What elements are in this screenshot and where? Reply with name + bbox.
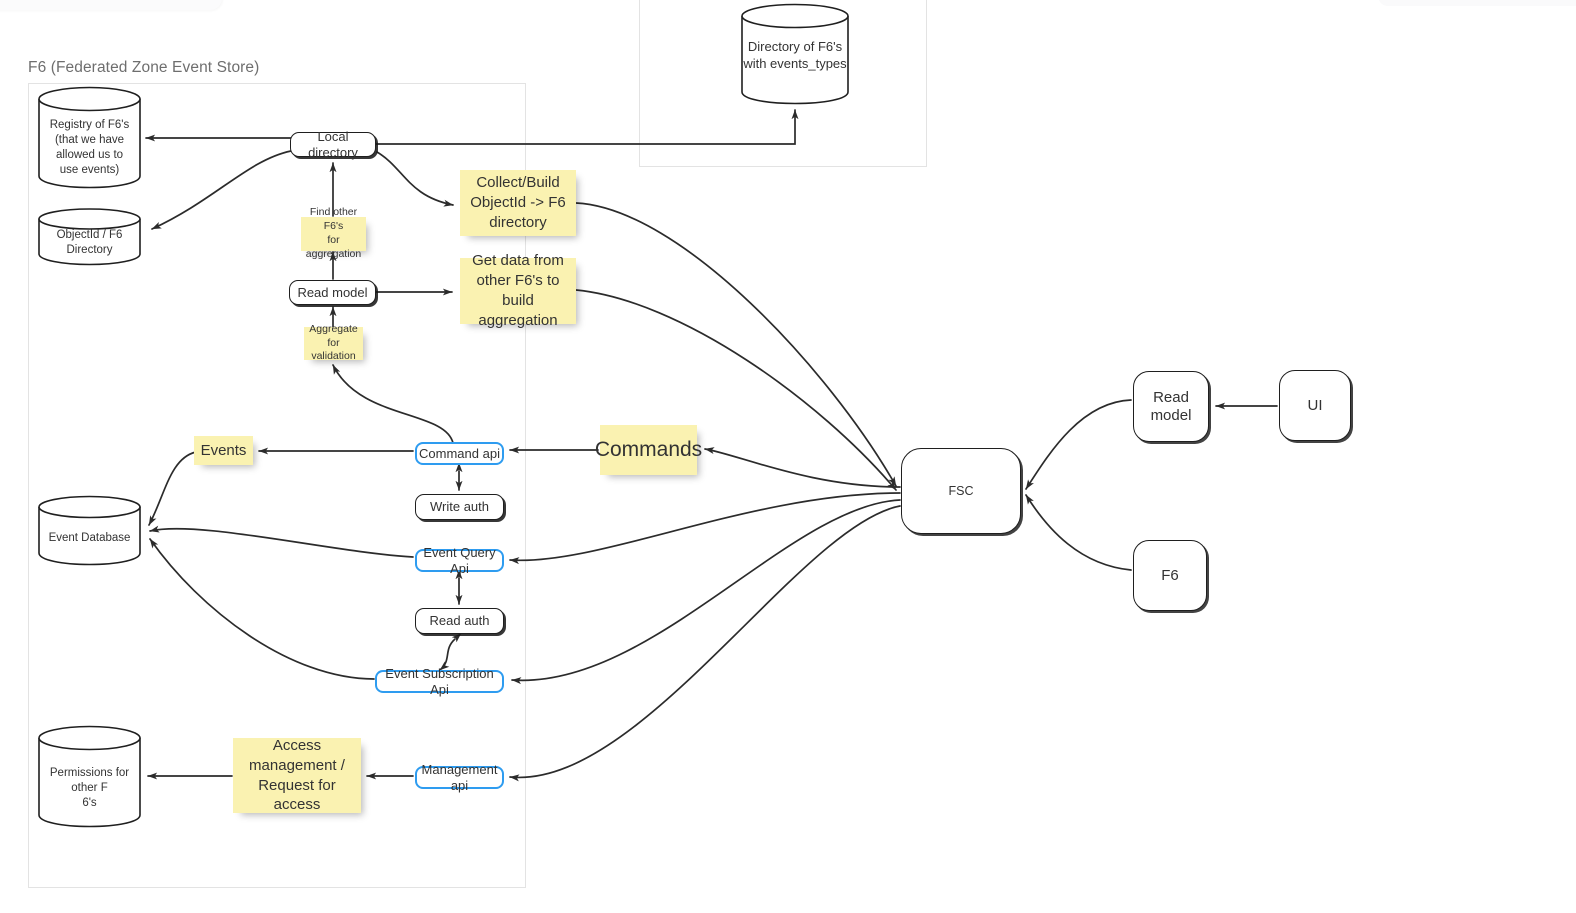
node-label: F6 (1161, 566, 1179, 584)
node-event-query-api[interactable]: Event Query Api (415, 545, 504, 576)
node-write-auth[interactable]: Write auth (415, 494, 504, 520)
node-local-directory[interactable]: Local directory (290, 129, 376, 160)
node-read-auth[interactable]: Read auth (415, 608, 504, 634)
sticky-commands[interactable]: Commands (595, 425, 702, 475)
node-read-model-left[interactable]: Read model (289, 280, 376, 305)
node-label: UI (1307, 396, 1323, 414)
sticky-text: Collect/Build ObjectId -> F6 directory (470, 173, 565, 232)
node-ui[interactable]: UI (1279, 370, 1351, 441)
sticky-collect-build-objectid[interactable]: Collect/Build ObjectId -> F6 directory (460, 170, 576, 236)
label-line: Commands (594, 438, 703, 462)
node-label: Event Subscription Api (385, 666, 494, 697)
node-label: Write auth (429, 499, 489, 515)
node-f6[interactable]: F6 (1133, 540, 1207, 611)
label-line: management / (249, 756, 345, 774)
node-label: Local directory (308, 129, 358, 160)
label-line: Collect/Build (476, 174, 560, 192)
browser-chrome-tab-left (0, 0, 222, 10)
page-title: F6 (Federated Zone Event Store) (28, 59, 260, 76)
node-label: Command api (419, 445, 500, 461)
diagram-canvas: F6 (Federated Zone Event Store) Registry… (0, 0, 1576, 913)
sticky-find-other-f6s[interactable]: Find other F6's for aggregation (301, 206, 366, 260)
sticky-text: Events (201, 441, 247, 461)
node-label: Read model (1151, 389, 1192, 424)
edge-f6-fsc (1025, 494, 1132, 571)
label-line: Access (272, 736, 322, 754)
node-management-api[interactable]: Management api (415, 762, 504, 793)
edge-readmodelright-fsc (1025, 399, 1132, 490)
sticky-aggregate-for-validation[interactable]: Aggregate for validation (304, 323, 363, 362)
node-command-api[interactable]: Command api (415, 442, 504, 465)
node-label: Event Query Api (423, 545, 496, 576)
datastore-directory-of-f6s-with-event-types: Directory of F6's with events_types (741, 3, 849, 105)
label-line: directory (489, 213, 547, 231)
sticky-text: Aggregate for validation (304, 323, 363, 365)
node-fsc[interactable]: FSC (901, 448, 1021, 534)
label-line: Events (200, 441, 247, 459)
edge-fsc-subscriptionapi (511, 499, 901, 685)
datastore-objectid-f6-directory: ObjectId / F6 Directory (38, 208, 141, 266)
datastore-permissions-for-other-f6s: Permissions for other F 6's (38, 725, 141, 828)
edge-fsc-managementapi (509, 505, 901, 782)
node-read-model-right[interactable]: Read model (1133, 371, 1209, 442)
sticky-text: Get data from other F6's to build aggreg… (460, 251, 576, 330)
datastore-registry-of-f6s: Registry of F6's (that we have allowed u… (38, 86, 141, 189)
label-line: Read (1153, 388, 1189, 406)
node-label: Read model (297, 284, 368, 300)
edge-fsc-eventqueryapi (509, 492, 901, 565)
label-line: Aggregate for (309, 322, 358, 349)
label-line: validation (311, 350, 356, 363)
label-line: Get data from (472, 252, 564, 270)
node-label: FSC (948, 483, 974, 498)
edge-fsc-commands (704, 447, 901, 488)
label-line: ObjectId -> F6 (470, 194, 566, 212)
sticky-text: Commands (595, 436, 702, 464)
label-line: Request for access (258, 776, 336, 814)
datastore-event-database: Event Database (38, 495, 141, 567)
sticky-access-management[interactable]: Access management / Request for access (233, 736, 361, 815)
label-line: Find other F6's (309, 206, 358, 233)
node-event-subscription-api[interactable]: Event Subscription Api (375, 666, 504, 697)
node-label: Read auth (429, 613, 490, 629)
sticky-text: Find other F6's for aggregation (301, 206, 366, 261)
label-line: other F6's to build (476, 272, 560, 309)
sticky-text: Access management / Request for access (233, 736, 361, 815)
node-label: Management api (421, 762, 498, 793)
label-line: model (1150, 406, 1192, 424)
sticky-get-data-from-other-f6s[interactable]: Get data from other F6's to build aggreg… (460, 252, 576, 329)
label-line: aggregation (478, 311, 558, 329)
sticky-events[interactable]: Events (194, 436, 253, 465)
label-line: for aggregation (305, 234, 362, 260)
browser-chrome-bar-right (1378, 0, 1576, 6)
